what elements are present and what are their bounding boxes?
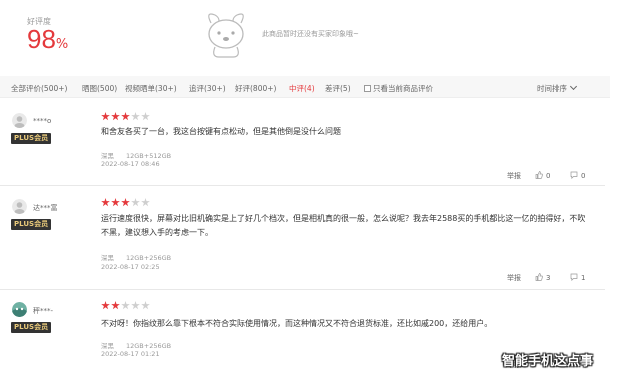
review-date: 2022-08-17 02:25 bbox=[101, 263, 160, 271]
filter-all[interactable]: 全部评价(500+) bbox=[11, 83, 67, 94]
plus-member-badge: PLUS会员 bbox=[11, 133, 52, 144]
star-empty-icon bbox=[131, 112, 140, 121]
positive-rate-number: 98 bbox=[27, 24, 56, 54]
product-spec: 12GB+256GB bbox=[126, 254, 172, 262]
reply-button[interactable]: 1 bbox=[570, 273, 585, 282]
plus-member-badge: PLUS会员 bbox=[11, 322, 52, 333]
review-content: 运行速度很快，屏幕对比旧机确实是上了好几个档次，但是相机真的很一般，怎么说呢？我… bbox=[101, 214, 586, 237]
comment-icon bbox=[570, 273, 578, 281]
order-info: 深黑 12GB+256GB bbox=[101, 340, 183, 350]
mascot-dog-icon bbox=[208, 13, 244, 58]
review-content: 和舍友各买了一台，我这台按键有点松动，但是其他倒是没什么问题 bbox=[101, 127, 341, 136]
impression-empty-text: 此商品暂时还没有买家印象哦~ bbox=[262, 30, 359, 38]
filter-photos[interactable]: 晒图(500) bbox=[82, 83, 117, 94]
review-date: 2022-08-17 01:21 bbox=[101, 350, 160, 358]
star-filled-icon bbox=[101, 112, 110, 121]
filter-followup[interactable]: 追评(30+) bbox=[189, 83, 226, 94]
star-filled-icon bbox=[101, 301, 110, 310]
product-color: 深黑 bbox=[101, 342, 114, 350]
review-actions: 举报 0 0 bbox=[507, 171, 585, 181]
thumbs-up-icon bbox=[535, 171, 543, 179]
star-filled-icon bbox=[121, 198, 130, 207]
current-product-only-label: 只看当前商品评价 bbox=[373, 84, 433, 93]
filter-positive[interactable]: 好评(800+) bbox=[235, 83, 276, 94]
positive-rate-value: 98% bbox=[27, 26, 68, 52]
star-empty-icon bbox=[121, 301, 130, 310]
avatar bbox=[12, 302, 27, 317]
filter-video[interactable]: 视频晒单(30+) bbox=[125, 83, 177, 94]
report-link[interactable]: 举报 bbox=[507, 274, 521, 282]
avatar bbox=[12, 199, 27, 214]
star-filled-icon bbox=[111, 112, 120, 121]
rating-stars bbox=[101, 198, 150, 208]
reply-count: 1 bbox=[581, 274, 586, 282]
thumbs-up-icon bbox=[535, 273, 543, 281]
review-content: 不对呀！你指纹那么靠下根本不符合实际使用情况，而这种情况又不符合退货标准，还比如… bbox=[101, 319, 493, 328]
order-info: 深黑 12GB+512GB bbox=[101, 150, 183, 160]
star-filled-icon bbox=[111, 301, 120, 310]
current-product-only-checkbox[interactable] bbox=[364, 85, 371, 92]
comment-icon bbox=[570, 171, 578, 179]
product-spec: 12GB+512GB bbox=[126, 152, 172, 160]
review-item: ****o PLUS会员 和舍友各买了一台，我这台按键有点松动，但是其他倒是没什… bbox=[0, 100, 605, 186]
like-count: 0 bbox=[546, 172, 551, 180]
sort-label: 时间排序 bbox=[537, 84, 567, 93]
reviewer-name: ****o bbox=[33, 117, 52, 125]
star-empty-icon bbox=[131, 198, 140, 207]
reviewer-name: 秤***- bbox=[33, 307, 54, 315]
like-button[interactable]: 0 bbox=[535, 171, 550, 180]
star-empty-icon bbox=[141, 198, 150, 207]
review-item: 达***富 PLUS会员 运行速度很快，屏幕对比旧机确实是上了好几个档次，但是相… bbox=[0, 186, 605, 290]
review-filter-bar: 全部评价(500+) 晒图(500) 视频晒单(30+) 追评(30+) 好评(… bbox=[0, 76, 610, 98]
plus-member-badge: PLUS会员 bbox=[11, 219, 52, 230]
star-empty-icon bbox=[141, 112, 150, 121]
rating-stars bbox=[101, 112, 150, 122]
filter-neutral[interactable]: 中评(4) bbox=[289, 83, 315, 94]
product-color: 深黑 bbox=[101, 254, 114, 262]
reviewer-name: 达***富 bbox=[33, 204, 58, 212]
star-filled-icon bbox=[121, 112, 130, 121]
watermark: 智能手机这点事 bbox=[502, 354, 594, 369]
like-count: 3 bbox=[546, 274, 551, 282]
avatar bbox=[12, 113, 27, 128]
positive-rate-unit: % bbox=[55, 37, 69, 52]
review-date: 2022-08-17 08:46 bbox=[101, 160, 160, 168]
star-empty-icon bbox=[141, 301, 150, 310]
like-button[interactable]: 3 bbox=[535, 273, 550, 282]
product-color: 深黑 bbox=[101, 152, 114, 160]
star-filled-icon bbox=[101, 198, 110, 207]
order-info: 深黑 12GB+256GB bbox=[101, 252, 183, 262]
rating-stars bbox=[101, 301, 150, 311]
reply-button[interactable]: 0 bbox=[570, 171, 585, 180]
product-spec: 12GB+256GB bbox=[126, 342, 172, 350]
chevron-down-icon bbox=[569, 82, 578, 91]
current-product-only-toggle[interactable]: 只看当前商品评价 bbox=[364, 83, 433, 94]
report-link[interactable]: 举报 bbox=[507, 172, 521, 180]
reply-count: 0 bbox=[581, 172, 586, 180]
filter-negative[interactable]: 差评(5) bbox=[325, 83, 351, 94]
sort-dropdown[interactable]: 时间排序 bbox=[537, 82, 578, 94]
star-empty-icon bbox=[131, 301, 140, 310]
review-actions: 举报 3 1 bbox=[507, 273, 585, 283]
star-filled-icon bbox=[111, 198, 120, 207]
